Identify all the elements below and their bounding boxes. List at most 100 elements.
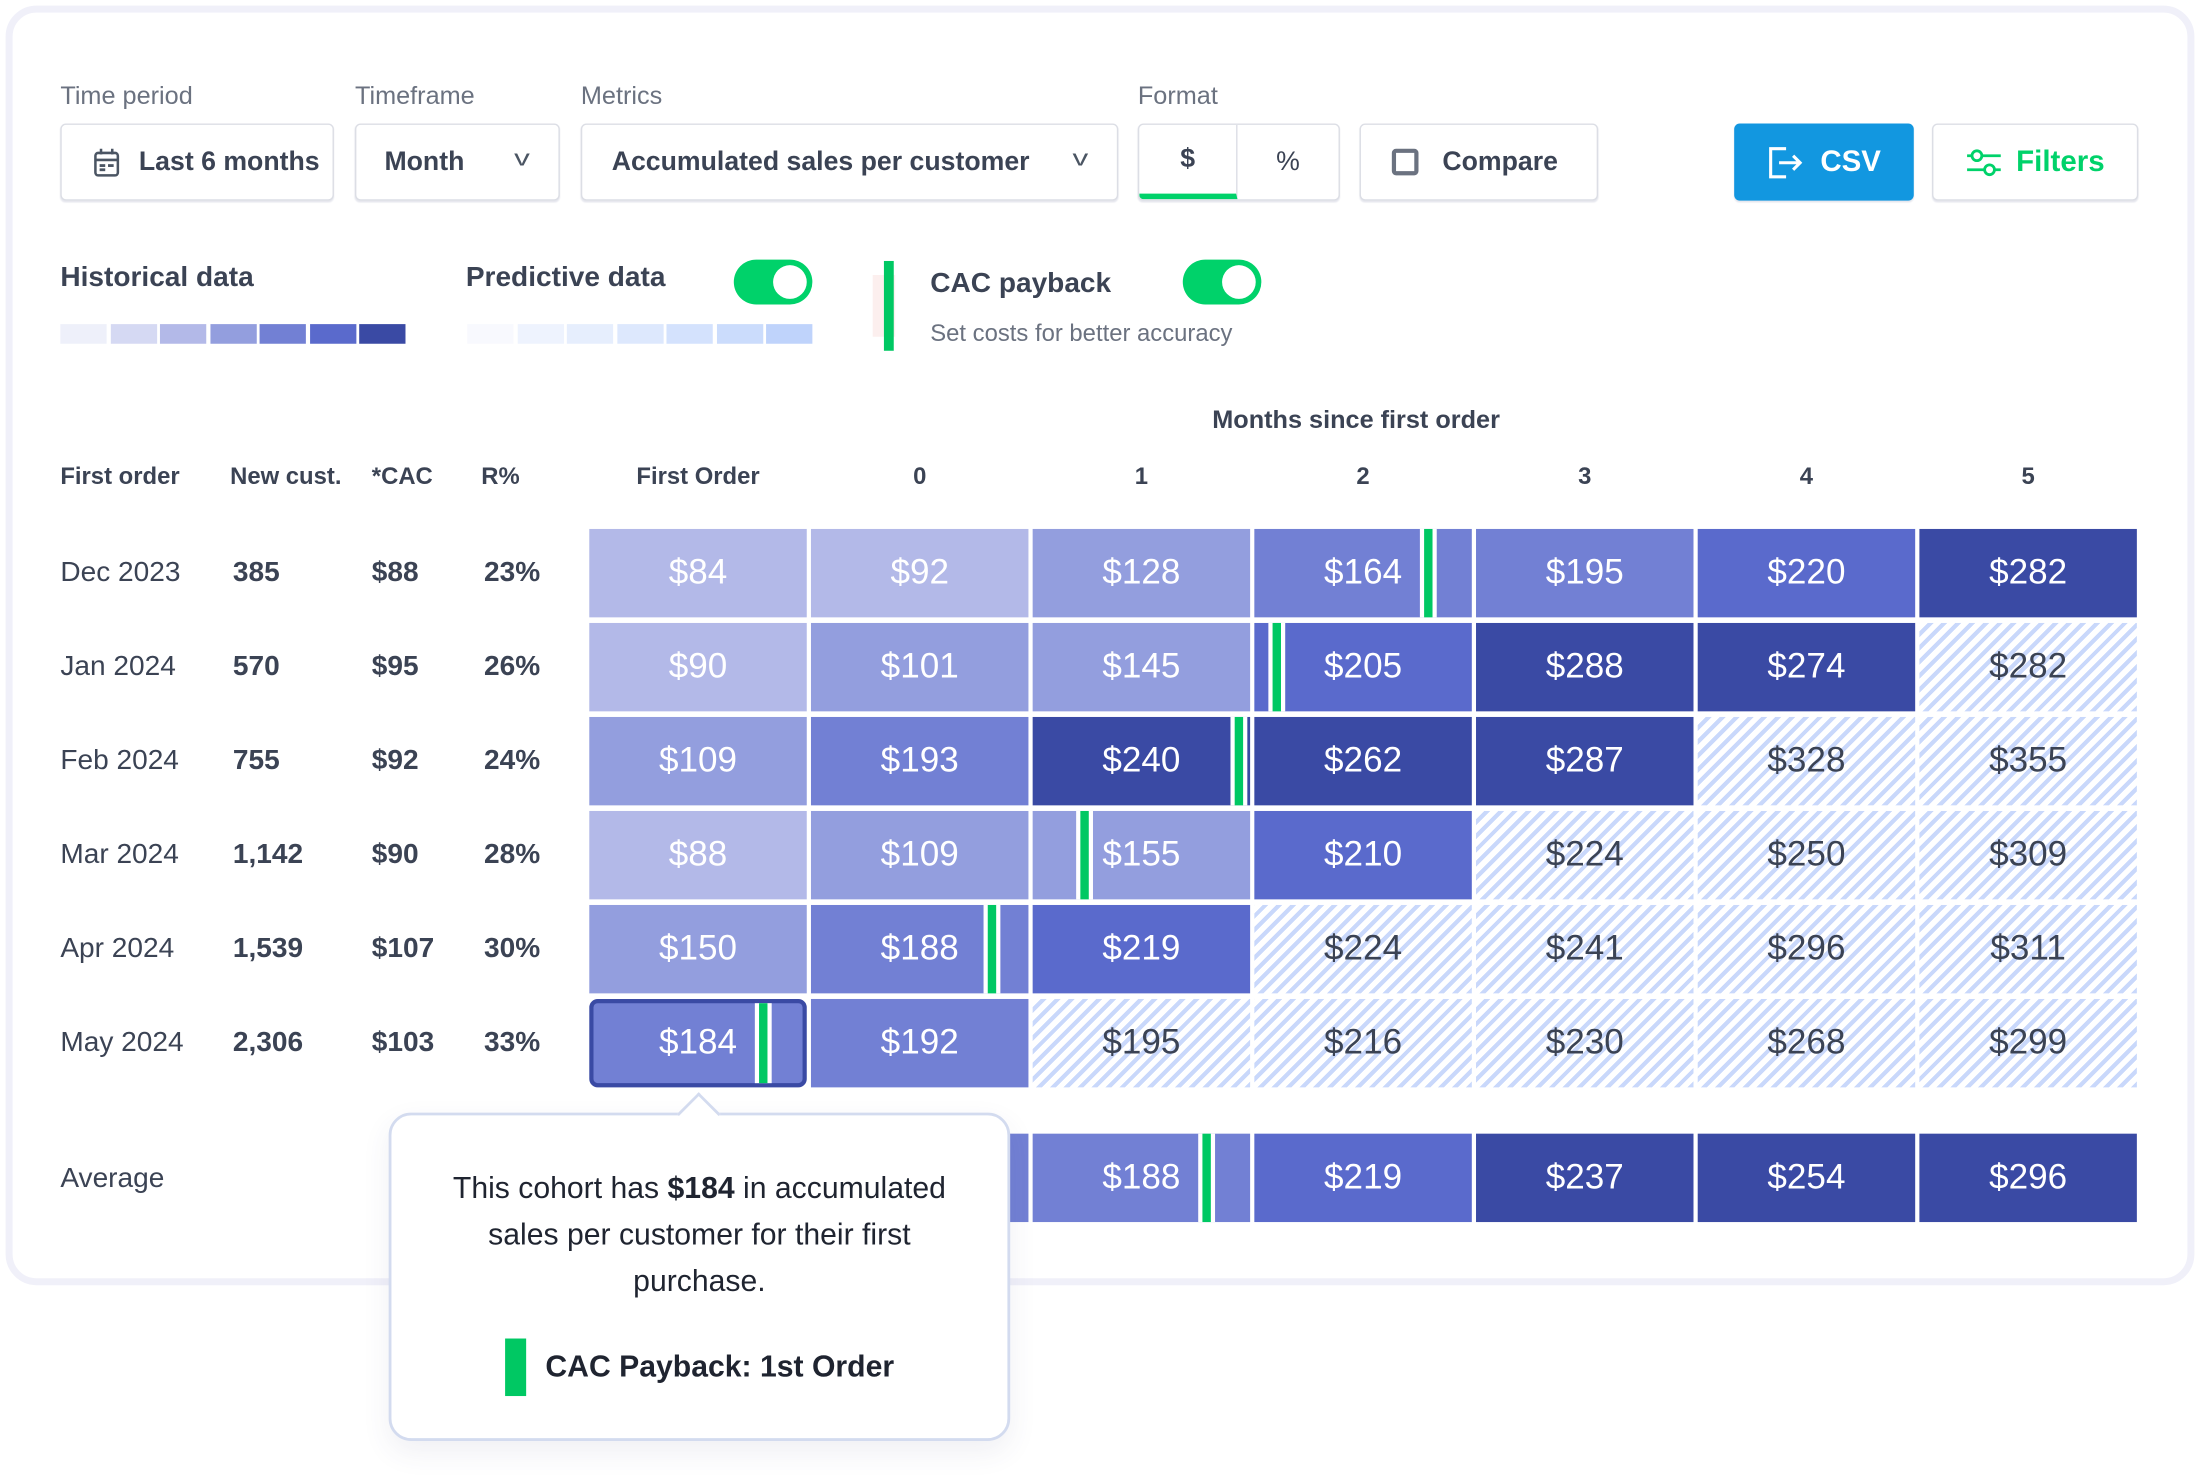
format-dollar-button[interactable]: $ <box>1139 124 1238 200</box>
cohort-cell[interactable]: $84 <box>589 528 807 618</box>
cohort-cell[interactable]: $90 <box>589 622 807 712</box>
cohort-cell[interactable]: $150 <box>589 904 807 994</box>
cohort-cell[interactable]: $128 <box>1032 528 1251 618</box>
cohort-cell[interactable]: $195 <box>1032 998 1251 1088</box>
cohort-cell[interactable]: $145 <box>1032 622 1251 712</box>
cohort-cell[interactable]: $230 <box>1476 998 1694 1088</box>
predictive-swatch <box>566 324 614 344</box>
cohort-cell[interactable]: $88 <box>589 810 807 900</box>
cohort-cell[interactable]: $299 <box>1919 998 2137 1088</box>
cohort-cell[interactable]: $268 <box>1697 998 1916 1088</box>
cohort-cell[interactable]: $296 <box>1697 904 1916 994</box>
row-new-customers: 385 <box>232 557 280 588</box>
cohort-cell[interactable]: $240 <box>1032 716 1251 806</box>
row-new-customers: 570 <box>232 651 280 682</box>
metrics-select[interactable]: Accumulated sales per customer v <box>580 123 1119 201</box>
sliders-icon <box>1967 148 2001 176</box>
format-percent-button[interactable]: % <box>1237 125 1338 199</box>
historical-swatch <box>359 324 406 344</box>
cohort-cell[interactable]: $241 <box>1476 904 1694 994</box>
cell-value: $240 <box>1102 740 1181 781</box>
cohort-cell[interactable]: $355 <box>1919 716 2137 806</box>
cac-payback-label: CAC payback <box>930 267 1112 299</box>
months-since-header: Months since first order <box>1212 405 1500 434</box>
timeframe-select[interactable]: Month v <box>354 123 560 201</box>
cohort-cell[interactable]: $210 <box>1254 810 1472 900</box>
cell-value: $254 <box>1767 1157 1846 1197</box>
cohort-cell[interactable]: $164 <box>1254 528 1472 618</box>
time-period-select[interactable]: Last 6 months <box>60 123 334 201</box>
cell-value: $155 <box>1102 834 1181 875</box>
cohort-cell[interactable]: $288 <box>1476 622 1694 712</box>
calendar-icon <box>94 148 120 176</box>
cohort-cell[interactable]: $237 <box>1476 1133 1694 1223</box>
historical-swatch <box>159 324 207 344</box>
cohort-cell[interactable]: $311 <box>1919 904 2137 994</box>
row-new-customers: 755 <box>232 745 280 776</box>
cell-value: $309 <box>1989 834 2068 875</box>
cac-payback-marker <box>1076 810 1094 900</box>
cohort-cell[interactable]: $287 <box>1476 716 1694 806</box>
cohort-cell[interactable]: $193 <box>810 716 1029 806</box>
cell-value: $92 <box>890 552 949 593</box>
cohort-cell[interactable]: $274 <box>1697 622 1916 712</box>
cell-value: $237 <box>1545 1157 1624 1197</box>
csv-button[interactable]: CSV <box>1734 123 1914 201</box>
row-cac: $103 <box>371 1027 435 1058</box>
cell-value: $220 <box>1767 552 1846 593</box>
row-retention: 24% <box>484 745 541 776</box>
cohort-cell[interactable]: $155 <box>1032 810 1251 900</box>
month-column-header: First Order <box>636 463 760 490</box>
cac-payback-toggle[interactable] <box>1182 259 1262 305</box>
row-first-order: Apr 2024 <box>60 933 175 964</box>
cac-payback-marker <box>1230 716 1248 806</box>
metrics-label: Metrics <box>580 81 663 110</box>
cohort-cell[interactable]: $254 <box>1697 1133 1916 1223</box>
cac-payback-subtitle[interactable]: Set costs for better accuracy <box>930 320 1232 348</box>
compare-checkbox[interactable]: Compare <box>1359 123 1599 201</box>
cohort-cell[interactable]: $262 <box>1254 716 1472 806</box>
cohort-cell[interactable]: $188 <box>810 904 1029 994</box>
predictive-swatch <box>666 324 713 344</box>
chevron-down-icon: v <box>1072 147 1089 172</box>
cohort-cell[interactable]: $195 <box>1476 528 1694 618</box>
cohort-cell[interactable]: $309 <box>1919 810 2137 900</box>
cohort-cell[interactable]: $219 <box>1254 1133 1472 1223</box>
filters-button[interactable]: Filters <box>1932 123 2139 201</box>
cohort-cell[interactable]: $101 <box>810 622 1029 712</box>
cell-value: $205 <box>1324 646 1403 687</box>
cohort-cell[interactable]: $205 <box>1254 622 1472 712</box>
cohort-cell[interactable]: $282 <box>1919 528 2137 618</box>
row-cac: $88 <box>371 557 419 588</box>
cohort-cell[interactable]: $184 <box>589 998 807 1088</box>
cohort-cell[interactable]: $224 <box>1476 810 1694 900</box>
predictive-data-toggle[interactable] <box>733 259 813 305</box>
cohort-cell[interactable]: $220 <box>1697 528 1916 618</box>
cohort-cell[interactable]: $109 <box>589 716 807 806</box>
cac-payback-marker <box>983 904 1000 994</box>
cohort-cell[interactable]: $219 <box>1032 904 1251 994</box>
cohort-cell[interactable]: $109 <box>810 810 1029 900</box>
cell-value: $224 <box>1324 928 1403 969</box>
cohort-cell[interactable]: $282 <box>1919 622 2137 712</box>
cohort-cell[interactable]: $192 <box>810 998 1029 1088</box>
cac-payback-marker <box>754 1003 772 1084</box>
predictive-swatch <box>616 324 663 344</box>
cell-value: $287 <box>1545 740 1624 781</box>
cac-payback-marker <box>1419 528 1437 618</box>
cohort-cell[interactable]: $216 <box>1254 998 1472 1088</box>
row-first-order: May 2024 <box>60 1027 184 1058</box>
row-new-customers: 1,142 <box>232 839 304 870</box>
cell-value: $219 <box>1102 928 1181 969</box>
cohort-cell[interactable]: $250 <box>1697 810 1916 900</box>
time-period-value: Last 6 months <box>138 146 320 177</box>
cac-payback-marker <box>1198 1133 1216 1223</box>
cohort-cell[interactable]: $328 <box>1697 716 1916 806</box>
cell-value: $90 <box>668 646 728 687</box>
cohort-cell[interactable]: $224 <box>1254 904 1472 994</box>
cohort-cell[interactable]: $296 <box>1919 1133 2137 1223</box>
cohort-cell[interactable]: $92 <box>810 528 1029 618</box>
cell-value: $288 <box>1545 646 1624 687</box>
cell-value: $109 <box>880 834 959 875</box>
cohort-cell[interactable]: $188 <box>1032 1133 1251 1223</box>
